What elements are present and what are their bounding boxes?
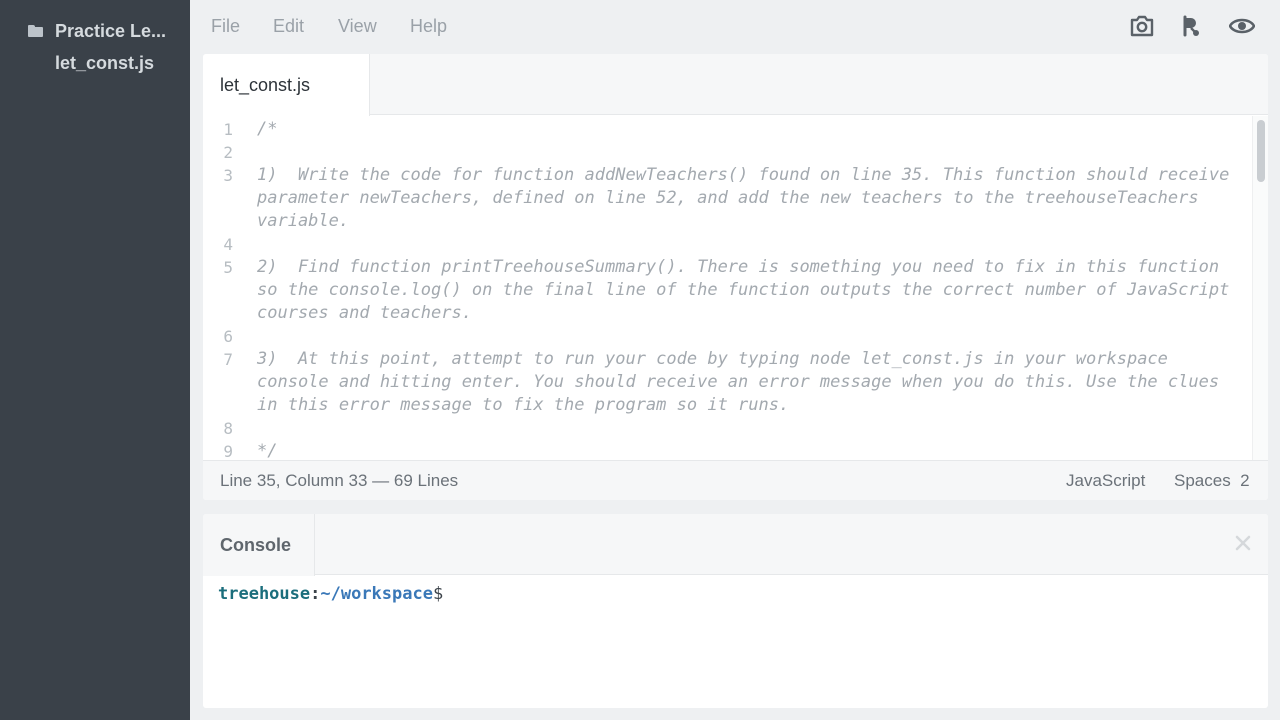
menu-edit[interactable]: Edit <box>273 14 304 38</box>
console-prompt[interactable]: treehouse:~/workspace$ <box>218 582 443 606</box>
line-text: 3) At this point, attempt to run your co… <box>257 349 1230 415</box>
prompt-path: ~/workspace <box>320 584 433 604</box>
menu-help[interactable]: Help <box>410 14 447 38</box>
language-selector[interactable]: JavaScript <box>1066 470 1145 492</box>
line-number: 2 <box>223 143 233 162</box>
folder-name: Practice Le... <box>55 20 167 41</box>
editor-tabbar: let_const.js <box>203 54 1268 116</box>
line-number: 3 <box>223 166 233 185</box>
camera-icon[interactable] <box>1129 13 1155 39</box>
tab-let-const[interactable]: let_const.js <box>203 54 370 116</box>
line-number: 8 <box>223 419 233 438</box>
prompt-symbol: $ <box>432 584 444 604</box>
line-number: 5 <box>223 258 233 277</box>
line-text: */ <box>257 441 278 460</box>
folder-item-practice[interactable]: Practice Le... <box>28 19 181 43</box>
eye-icon[interactable] <box>1228 13 1256 39</box>
console-tabbar: Console <box>203 514 1268 576</box>
menubar: File Edit View Help <box>190 0 1280 52</box>
menu-file[interactable]: File <box>211 14 240 38</box>
tab-console[interactable]: Console <box>203 514 315 576</box>
editor-statusbar: Line 35, Column 33 — 69 Lines JavaScript… <box>203 460 1268 500</box>
sidebar: Practice Le... let_const.js <box>0 0 190 720</box>
prompt-user: treehouse <box>218 584 311 604</box>
line-number: 1 <box>223 120 233 139</box>
close-icon[interactable] <box>1234 534 1252 552</box>
code-area[interactable]: 1 /* 2 3 1) Write the code for function … <box>203 116 1251 460</box>
cursor-position: Line 35, Column 33 — 69 Lines <box>220 471 459 490</box>
folder-icon <box>28 25 43 37</box>
editor-panel: let_const.js 1 /* 2 3 1) Write the code … <box>203 54 1268 500</box>
file-item-let-const[interactable]: let_const.js <box>55 51 154 75</box>
line-number: 4 <box>223 235 233 254</box>
console-label: Console <box>220 535 292 555</box>
menu-view[interactable]: View <box>338 14 377 38</box>
line-text: 2) Find function printTreehouseSummary()… <box>257 257 1240 323</box>
line-number: 6 <box>223 327 233 346</box>
console-panel: Console treehouse:~/workspace$ <box>203 514 1268 708</box>
prompt-separator: : <box>310 584 321 604</box>
line-text: 1) Write the code for function addNewTea… <box>257 165 1240 231</box>
line-number: 7 <box>223 350 233 369</box>
tab-label: let_const.js <box>220 75 311 95</box>
indentation-selector[interactable]: Spaces 2 <box>1174 470 1250 492</box>
scroll-thumb[interactable] <box>1257 120 1265 182</box>
line-text: /* <box>257 119 278 139</box>
line-number: 9 <box>223 442 233 460</box>
share-icon[interactable] <box>1179 13 1205 39</box>
editor-scrollbar[interactable] <box>1252 116 1268 460</box>
